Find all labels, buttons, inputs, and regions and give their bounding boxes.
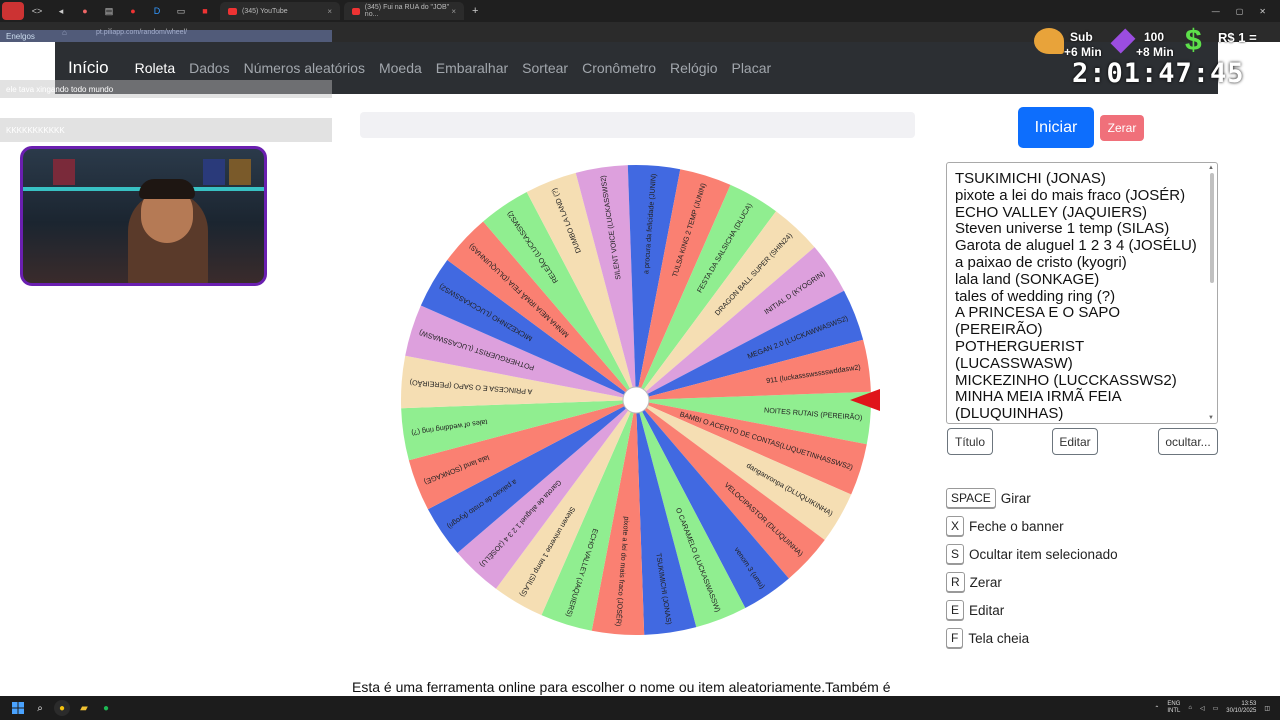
network-icon[interactable]: ⌂	[1188, 705, 1192, 711]
maximize-icon[interactable]: ▢	[1236, 7, 1244, 16]
scrollbar-thumb[interactable]	[1210, 173, 1214, 283]
shortcut-key: SPACE	[946, 488, 996, 508]
shortcut-key: R	[946, 572, 965, 592]
items-list-text: TSUKIMICHI (JONAS) pixote a lei do mais …	[955, 170, 1197, 423]
nav-item-embaralhar[interactable]: Embaralhar	[436, 60, 508, 76]
windows-start-icon[interactable]	[10, 700, 26, 716]
shortcut-label: Ocultar item selecionado	[969, 546, 1118, 562]
pinned-tab-icon[interactable]: ●	[122, 2, 144, 20]
browser-tab[interactable]: (345) YouTube ×	[220, 2, 340, 20]
pinned-tab-icon[interactable]: ■	[194, 2, 216, 20]
youtube-icon	[228, 7, 237, 15]
pinned-tab-icon[interactable]: <>	[26, 2, 48, 20]
pizza-icon	[1034, 28, 1064, 54]
os-taskbar: ⌕ ● ▰ ● ⌃ ENG INTL ⌂ ◁ ▭ 13:53 30/10/202…	[0, 696, 1280, 720]
title-button[interactable]: Título	[947, 428, 993, 455]
dollar-icon: $	[1185, 24, 1202, 57]
hide-button[interactable]: ocultar...	[1158, 428, 1218, 455]
reset-button[interactable]: Zerar	[1100, 115, 1144, 141]
gift-bonus: +8 Min	[1136, 45, 1174, 59]
shortcut-key: E	[946, 600, 965, 620]
notifications-icon[interactable]: ◫	[1264, 705, 1270, 712]
shortcut-row: F Tela cheia	[946, 627, 1029, 649]
shortcut-row: S Ocultar item selecionado	[946, 543, 1118, 565]
pinned-tab-icon[interactable]: ●	[74, 2, 96, 20]
shortcut-label: Tela cheia	[968, 630, 1030, 646]
chat-message: KKKKKKKKKKK	[0, 118, 332, 142]
gem-icon	[1110, 28, 1136, 54]
scroll-down-icon[interactable]: ▼	[1208, 415, 1214, 421]
nav-item-placar[interactable]: Placar	[731, 60, 771, 76]
description-text: Esta é uma ferramenta online para escolh…	[352, 679, 891, 695]
nav-item-cronometro[interactable]: Cronômetro	[582, 60, 656, 76]
edit-button[interactable]: Editar	[1052, 428, 1098, 455]
language-code: ENG	[1167, 701, 1181, 707]
items-textarea[interactable]: TSUKIMICHI (JONAS) pixote a lei do mais …	[946, 162, 1218, 424]
clock-time: 13:53	[1241, 701, 1257, 707]
close-tab-icon[interactable]: ×	[327, 7, 332, 16]
tab-title: (345) YouTube	[242, 7, 288, 15]
search-icon[interactable]: ⌕	[32, 700, 48, 716]
webcam-overlay	[20, 146, 267, 286]
gift-count: 100	[1144, 30, 1165, 44]
language-layout: INTL	[1167, 708, 1181, 714]
shortcut-key: F	[946, 628, 964, 648]
subathon-timer: 2:01:47:45	[1072, 58, 1245, 89]
nav-item-relogio[interactable]: Relógio	[670, 60, 717, 76]
nav-item-moeda[interactable]: Moeda	[379, 60, 422, 76]
wheel-svg[interactable]: NOITES RUTAIS (PEREIRÃO)BAMBI O ACERTO D…	[398, 162, 874, 638]
poster	[53, 159, 75, 185]
poster	[203, 159, 225, 185]
shortcut-key: S	[946, 544, 965, 564]
stream-chat-overlay: Enelgos ele tava xingando todo mundo KKK…	[0, 30, 332, 145]
close-tab-icon[interactable]: ×	[451, 7, 456, 16]
file-explorer-icon[interactable]: ▰	[76, 700, 92, 716]
chat-message: ele tava xingando todo mundo	[0, 80, 332, 98]
shortcut-row: R Zerar	[946, 571, 1002, 593]
shortcut-key: X	[946, 516, 965, 536]
tray-overflow-icon[interactable]: ⌃	[1154, 705, 1159, 712]
sub-label: Sub	[1070, 30, 1093, 44]
tab-title: (345) Fui na RUA do "JOB" no...	[364, 4, 450, 18]
shortcut-label: Zerar	[969, 574, 1002, 590]
browser-tab[interactable]: (345) Fui na RUA do "JOB" no... ×	[344, 2, 464, 20]
browser-tab-bar: <> ◂ ● ▤ ● D ▭ ■ (345) YouTube × (345) F…	[0, 0, 1280, 22]
youtube-icon	[352, 7, 360, 15]
start-button[interactable]: Iniciar	[1018, 107, 1094, 148]
spotify-icon[interactable]: ●	[98, 700, 114, 716]
pinned-tab-icon[interactable]: ▭	[170, 2, 192, 20]
shortcut-row: X Feche o banner	[946, 515, 1064, 537]
battery-icon[interactable]: ▭	[1213, 705, 1219, 712]
wheel-pointer-icon	[850, 389, 880, 411]
page-heading-placeholder	[360, 112, 915, 138]
system-clock[interactable]: 13:53 30/10/2025	[1226, 701, 1256, 715]
shortcut-label: Girar	[1000, 490, 1031, 506]
close-window-icon[interactable]: ✕	[1259, 7, 1266, 16]
streamer-hair	[139, 179, 195, 199]
chat-username: Enelgos	[0, 30, 332, 42]
shortcut-row: SPACE Girar	[946, 487, 1031, 509]
browser-menu-icon[interactable]	[2, 2, 24, 20]
system-tray: ⌃ ENG INTL ⌂ ◁ ▭ 13:53 30/10/2025 ◫	[1154, 701, 1280, 715]
donation-rate: R$ 1 =	[1218, 30, 1257, 45]
sub-bonus: +6 Min	[1064, 45, 1102, 59]
minimize-icon[interactable]: —	[1212, 7, 1220, 16]
shortcut-row: E Editar	[946, 599, 1004, 621]
window-controls: — ▢ ✕	[1212, 7, 1280, 16]
chrome-icon[interactable]: ●	[54, 700, 70, 716]
pinned-tab-icon[interactable]: D	[146, 2, 168, 20]
wheel-hub	[622, 386, 650, 414]
volume-icon[interactable]: ◁	[1200, 705, 1205, 712]
new-tab-button[interactable]: +	[472, 5, 478, 17]
shortcut-label: Feche o banner	[969, 518, 1064, 534]
prize-wheel[interactable]: NOITES RUTAIS (PEREIRÃO) BAMBI O ACERTO D…	[398, 162, 874, 638]
clock-date: 30/10/2025	[1226, 708, 1257, 714]
nav-item-sortear[interactable]: Sortear	[522, 60, 568, 76]
pinned-tab-icon[interactable]: ◂	[50, 2, 72, 20]
pinned-tab-icon[interactable]: ▤	[98, 2, 120, 20]
language-indicator[interactable]: ENG INTL	[1167, 701, 1180, 715]
shortcut-label: Editar	[969, 602, 1005, 618]
scroll-up-icon[interactable]: ▲	[1208, 165, 1214, 171]
poster	[229, 159, 251, 185]
